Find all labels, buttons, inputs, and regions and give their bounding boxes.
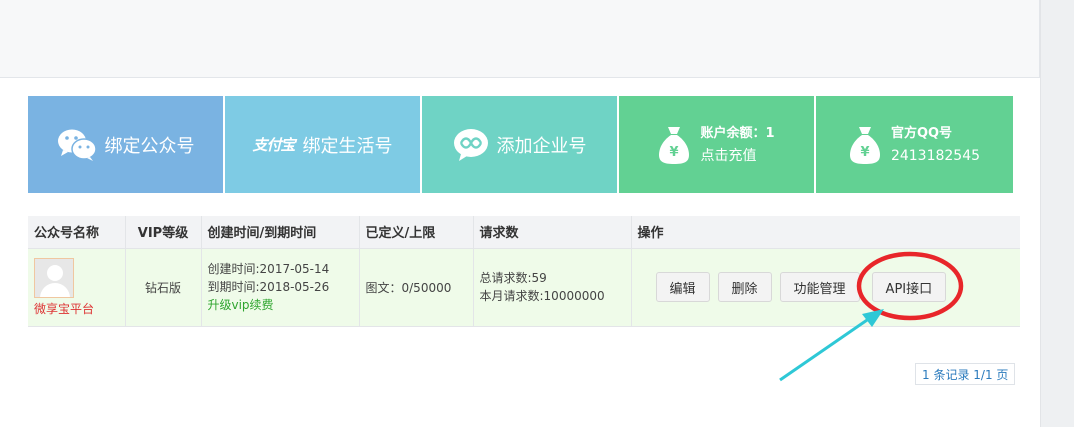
accounts-table: 公众号名称 VIP等级 创建时间/到期时间 已定义/上限 请求数 操作 微享宝平…	[28, 216, 1020, 327]
account-cell: 微享宝平台	[28, 248, 126, 327]
money-bag-icon: ¥	[849, 126, 880, 164]
bind-wechat-label: 绑定公众号	[104, 135, 195, 157]
svg-text:¥: ¥	[860, 145, 869, 160]
svg-text:¥: ¥	[670, 145, 679, 160]
table-header-row: 公众号名称 VIP等级 创建时间/到期时间 已定义/上限 请求数 操作	[28, 216, 1020, 249]
upgrade-vip-link[interactable]: 升级vip续费	[208, 296, 359, 314]
official-qq-tile: ¥ 官方QQ号 2413182545	[816, 96, 1013, 193]
edit-button[interactable]: 编辑	[655, 272, 710, 302]
api-interface-button[interactable]: API接口	[871, 272, 947, 302]
alipay-icon: 支付宝	[252, 137, 295, 154]
table-row: 微享宝平台 钻石版 创建时间:2017-05-14 到期时间:2018-05-2…	[28, 248, 1020, 327]
col-header-vip: VIP等级	[125, 216, 202, 249]
recharge-link[interactable]: 点击充值	[700, 145, 774, 167]
total-requests: 总请求数:59	[479, 271, 547, 285]
official-qq-number: 2413182545	[890, 147, 981, 164]
col-header-defined: 已定义/上限	[359, 216, 474, 249]
col-header-dates: 创建时间/到期时间	[201, 216, 360, 249]
col-header-actions: 操作	[631, 216, 1020, 249]
dates-cell: 创建时间:2017-05-14 到期时间:2018-05-26 升级vip续费	[201, 248, 360, 327]
bind-alipay-life-tile[interactable]: 支付宝 绑定生活号	[225, 96, 422, 193]
month-requests: 本月请求数:10000000	[479, 289, 605, 303]
created-date: 创建时间:2017-05-14	[207, 262, 330, 276]
col-header-requests: 请求数	[473, 216, 632, 249]
feature-manage-button[interactable]: 功能管理	[779, 272, 860, 302]
add-enterprise-tile[interactable]: 添加企业号	[422, 96, 619, 193]
vip-level: 钻石版	[125, 248, 202, 327]
add-enterprise-label: 添加企业号	[496, 135, 587, 157]
top-bar	[0, 0, 1040, 78]
money-bag-icon: ¥	[659, 126, 690, 164]
quick-action-tiles: 绑定公众号 支付宝 绑定生活号 添加企业号 ¥ 账户余额：1 点击充值 ¥ 官方	[28, 96, 1013, 193]
official-qq-label: 官方QQ号	[890, 125, 953, 141]
actions-cell: 编辑 删除 功能管理 API接口	[631, 248, 1020, 327]
annotation-arrow	[779, 316, 871, 382]
bind-alipay-life-label: 绑定生活号	[302, 135, 393, 157]
wechat-icon	[57, 129, 97, 161]
avatar[interactable]	[34, 257, 74, 298]
enterprise-wechat-icon	[453, 128, 488, 161]
pagination-info: 1 条记录 1/1 页	[915, 363, 1016, 385]
requests-cell: 总请求数:59 本月请求数:10000000	[473, 248, 632, 327]
account-name[interactable]: 微享宝平台	[34, 300, 94, 317]
delete-button[interactable]: 删除	[717, 272, 772, 302]
balance-text: 账户余额：1	[700, 125, 775, 141]
expire-date: 到期时间:2018-05-26	[207, 280, 330, 294]
bind-wechat-tile[interactable]: 绑定公众号	[28, 96, 225, 193]
defined-limit: 图文：0/50000	[359, 248, 474, 327]
account-balance-tile[interactable]: ¥ 账户余额：1 点击充值	[619, 96, 816, 193]
right-gutter	[1040, 0, 1074, 427]
col-header-name: 公众号名称	[28, 216, 126, 249]
